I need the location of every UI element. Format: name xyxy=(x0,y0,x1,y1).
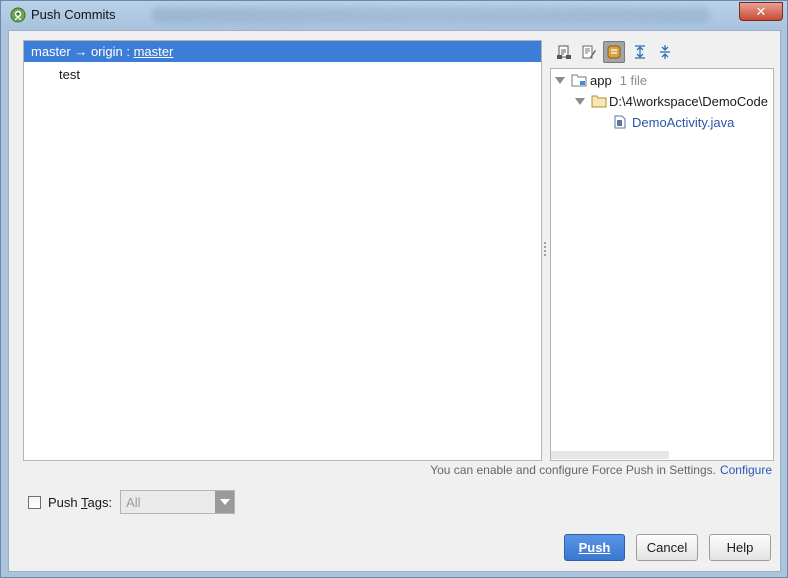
push-button-label: Push xyxy=(578,540,611,555)
push-tags-checkbox[interactable] xyxy=(28,495,41,509)
dialog-body: master → origin : master test app 1 file… xyxy=(8,30,781,572)
horizontal-scrollbar[interactable] xyxy=(551,451,669,459)
expand-arrow-icon[interactable] xyxy=(555,76,565,84)
force-push-info: You can enable and configure Force Push … xyxy=(430,463,772,477)
java-file-icon xyxy=(614,115,626,129)
cancel-button[interactable]: Cancel xyxy=(636,534,698,561)
edit-source-icon[interactable] xyxy=(578,41,600,63)
help-button-label: Help xyxy=(726,540,754,555)
group-by-directory-icon[interactable] xyxy=(603,41,625,63)
push-tags-label[interactable]: Push Tags: xyxy=(48,495,112,510)
panel-splitter[interactable] xyxy=(544,241,547,256)
commits-panel: master → origin : master test xyxy=(23,40,542,461)
expand-arrow-icon[interactable] xyxy=(575,97,585,105)
folder-icon xyxy=(591,95,607,108)
close-icon: ✕ xyxy=(755,4,767,19)
force-push-info-text: You can enable and configure Force Push … xyxy=(430,463,716,477)
branch-row[interactable]: master → origin : master xyxy=(24,41,541,62)
configure-link[interactable]: Configure xyxy=(720,463,772,477)
target-branch-link[interactable]: master xyxy=(134,44,174,59)
branch-text: master → origin : xyxy=(31,44,134,59)
cancel-button-label: Cancel xyxy=(646,540,688,555)
tree-node-file[interactable]: DemoActivity.java xyxy=(614,113,734,131)
show-diff-icon[interactable] xyxy=(553,41,575,63)
push-commits-window: Push Commits ✕ master → origin : master … xyxy=(0,0,788,578)
push-tags-selected: All xyxy=(126,495,141,510)
window-title: Push Commits xyxy=(31,7,116,22)
android-studio-icon xyxy=(10,7,26,23)
close-button[interactable]: ✕ xyxy=(739,2,783,21)
expand-all-icon[interactable] xyxy=(629,41,651,63)
file-count: 1 file xyxy=(619,72,648,88)
tree-node-directory[interactable]: D:\4\workspace\DemoCode xyxy=(575,92,768,110)
blurred-background xyxy=(151,7,711,23)
commit-item[interactable]: test xyxy=(59,67,80,82)
module-folder-icon xyxy=(571,74,587,87)
module-name: app xyxy=(590,72,612,88)
directory-path: D:\4\workspace\DemoCode xyxy=(609,93,768,109)
changes-toolbar xyxy=(550,39,780,65)
chevron-down-icon[interactable] xyxy=(215,491,235,513)
tree-node-module[interactable]: app 1 file xyxy=(555,71,647,89)
file-name: DemoActivity.java xyxy=(632,114,735,130)
push-tags-select[interactable]: All xyxy=(120,490,236,514)
title-bar[interactable]: Push Commits ✕ xyxy=(1,1,787,29)
changes-tree: app 1 file D:\4\workspace\DemoCode DemoA… xyxy=(550,68,774,461)
push-button[interactable]: Push xyxy=(564,534,625,561)
help-button[interactable]: Help xyxy=(709,534,771,561)
collapse-all-icon[interactable] xyxy=(654,41,676,63)
push-tags-row: Push Tags: All xyxy=(28,490,236,514)
